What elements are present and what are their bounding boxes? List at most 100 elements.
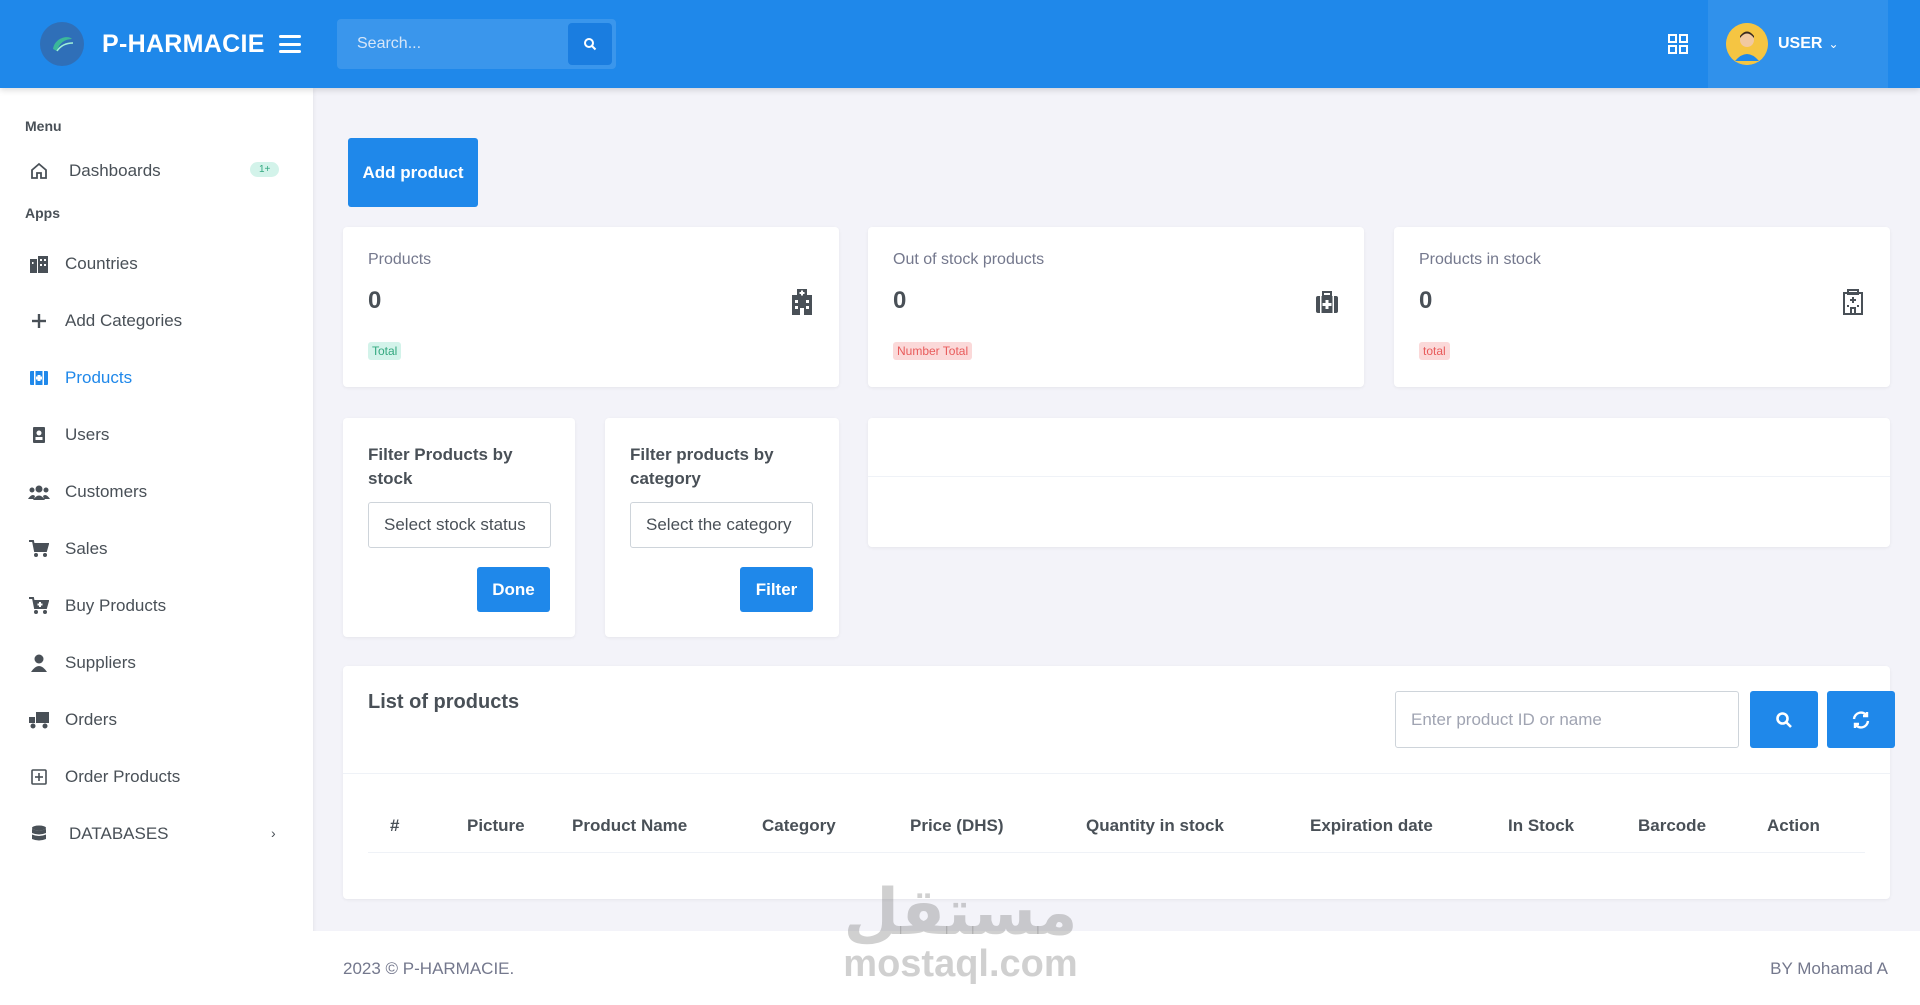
divider — [368, 852, 1865, 853]
chevron-right-icon: › — [271, 825, 276, 841]
sidebar-item-users[interactable]: Users — [0, 406, 313, 463]
sidebar-item-label: Orders — [65, 709, 117, 729]
refresh-button[interactable] — [1827, 691, 1895, 748]
hospital-icon — [792, 289, 812, 315]
stat-card-products: Products 0 Total — [343, 227, 839, 387]
stat-title: Out of stock products — [893, 251, 1045, 268]
user-name: USER — [1778, 35, 1823, 52]
user-dropdown[interactable]: USER ⌄ — [1708, 0, 1888, 88]
list-title: List of products — [368, 691, 520, 713]
status-badge: Number Total — [893, 342, 973, 360]
clinic-icon — [1843, 289, 1863, 315]
stat-card-out-of-stock: Out of stock products 0 Number Total — [868, 227, 1364, 387]
sidebar-item-label: Customers — [65, 481, 148, 501]
brand-name[interactable]: P-HARMACIE — [102, 30, 265, 59]
sidebar-item-orders[interactable]: Orders — [0, 691, 313, 748]
chevron-down-icon: ⌄ — [1828, 37, 1839, 51]
sidebar-item-label: Suppliers — [65, 652, 136, 672]
buildings-icon — [28, 253, 50, 275]
sidebar-section-menu: Menu — [25, 118, 62, 134]
sidebar-section-apps: Apps — [25, 205, 60, 221]
column-header-product-name[interactable]: Product Name — [572, 816, 687, 836]
brand: P-HARMACIE — [0, 0, 337, 88]
truck-icon — [28, 709, 50, 731]
sidebar-item-dashboards[interactable]: Dashboards 1+ — [0, 142, 313, 199]
product-search-input[interactable] — [1395, 691, 1739, 748]
divider — [868, 476, 1890, 477]
sidebar-item-customers[interactable]: Customers — [0, 463, 313, 520]
sidebar-item-label: DATABASES — [69, 823, 169, 843]
divider — [343, 773, 1890, 774]
category-select[interactable]: Select the category — [630, 502, 813, 548]
filter-title: Filter products by category — [630, 445, 774, 488]
column-header-quantity[interactable]: Quantity in stock — [1086, 816, 1224, 836]
stat-title: Products in stock — [1419, 251, 1541, 268]
footer-copyright: 2023 © P-HARMACIE. — [343, 959, 515, 978]
hamburger-menu-icon[interactable] — [278, 35, 301, 53]
done-button[interactable]: Done — [477, 567, 550, 612]
stat-value: 0 — [893, 287, 907, 314]
product-list-card: List of products # Picture Product Name … — [343, 666, 1895, 899]
sidebar-item-add-categories[interactable]: Add Categories — [0, 292, 313, 349]
sidebar-item-products[interactable]: Products — [0, 349, 313, 406]
status-badge: total — [1419, 342, 1450, 360]
top-search-button[interactable] — [568, 23, 612, 65]
sidebar-item-label: Countries — [65, 253, 138, 273]
column-header-expiration-date[interactable]: Expiration date — [1310, 816, 1433, 836]
cart-icon — [28, 538, 50, 560]
sidebar-item-countries[interactable]: Countries — [0, 235, 313, 292]
home-icon — [28, 160, 50, 182]
top-search-input[interactable] — [337, 19, 568, 69]
column-header-action[interactable]: Action — [1767, 816, 1820, 836]
cart-plus-icon — [28, 595, 50, 617]
brand-logo-icon[interactable] — [40, 22, 84, 66]
plus-square-icon — [28, 766, 50, 788]
sidebar-item-order-products[interactable]: Order Products — [0, 748, 313, 805]
medical-kit-icon — [1316, 291, 1338, 313]
database-icon — [28, 823, 50, 845]
plus-icon — [28, 310, 50, 332]
column-header-number[interactable]: # — [390, 816, 399, 836]
product-search-button[interactable] — [1750, 691, 1818, 748]
stock-status-select[interactable]: Select stock status — [368, 502, 551, 548]
footer: 2023 © P-HARMACIE. BY Mohamad A — [313, 931, 1920, 1005]
filter-by-stock-card: Filter Products by stock Select stock st… — [343, 418, 575, 637]
sidebar-item-label: Buy Products — [65, 595, 167, 615]
users-group-icon — [28, 481, 50, 503]
sidebar-item-databases[interactable]: DATABASES › — [0, 805, 313, 862]
search-icon — [1776, 711, 1792, 728]
add-product-button[interactable]: Add product — [348, 138, 478, 207]
sidebar-item-label: Users — [65, 424, 110, 444]
products-icon — [28, 367, 50, 389]
sidebar-item-label: Order Products — [65, 766, 181, 786]
top-search — [337, 19, 616, 69]
refresh-icon — [1852, 710, 1870, 729]
sidebar-item-sales[interactable]: Sales — [0, 520, 313, 577]
sidebar-item-buy-products[interactable]: Buy Products — [0, 577, 313, 634]
avatar — [1726, 23, 1768, 65]
stat-card-in-stock: Products in stock 0 total — [1394, 227, 1890, 387]
id-badge-icon — [28, 424, 50, 446]
sidebar-item-label: Dashboards — [69, 160, 161, 180]
footer-author: BY Mohamad A — [1770, 959, 1888, 978]
sidebar-item-label: Sales — [65, 538, 108, 558]
sidebar-item-suppliers[interactable]: Suppliers — [0, 634, 313, 691]
column-header-category[interactable]: Category — [762, 816, 836, 836]
top-navbar: P-HARMACIE USER ⌄ — [0, 0, 1920, 88]
column-header-in-stock[interactable]: In Stock — [1508, 816, 1574, 836]
sidebar-item-label: Products — [65, 367, 133, 387]
apps-grid-icon[interactable] — [1648, 0, 1708, 88]
status-badge: Total — [368, 342, 402, 360]
stat-title: Products — [368, 251, 432, 268]
column-header-barcode[interactable]: Barcode — [1638, 816, 1706, 836]
main-content: Add product Products 0 Total Out of stoc… — [313, 88, 1920, 1005]
dashboards-badge: 1+ — [250, 162, 280, 177]
filter-button[interactable]: Filter — [740, 567, 813, 612]
sidebar: Menu Dashboards 1+ Apps Countries Add Ca… — [0, 88, 313, 1005]
stat-value: 0 — [368, 287, 382, 314]
column-header-picture[interactable]: Picture — [467, 816, 525, 836]
filter-title: Filter Products by stock — [368, 445, 513, 488]
user-icon — [28, 652, 50, 674]
column-header-price[interactable]: Price (DHS) — [910, 816, 1004, 836]
empty-panel — [868, 418, 1890, 547]
